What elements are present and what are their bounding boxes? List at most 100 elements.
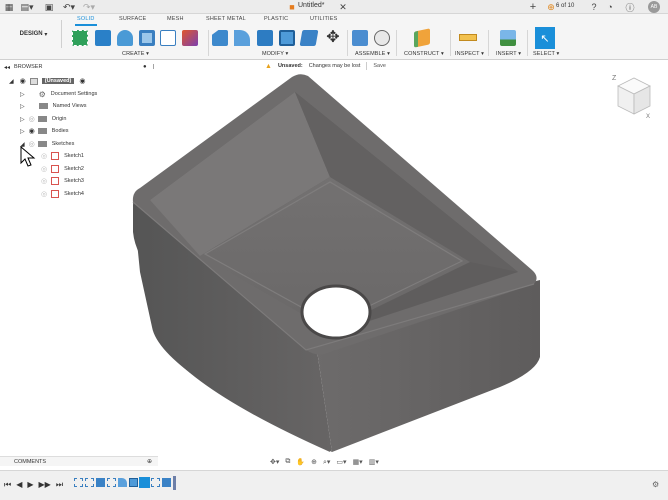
group-select[interactable]: SELECT ▾ — [533, 51, 559, 57]
hidden-eye-icon[interactable]: ◎ — [41, 190, 47, 198]
revolve-icon[interactable] — [117, 30, 133, 46]
tab-sheet-metal[interactable]: SHEET METAL — [206, 16, 246, 22]
group-divider — [396, 30, 397, 56]
hidden-eye-icon[interactable]: ◎ — [29, 115, 35, 123]
fit-icon[interactable]: ⌕▾ — [323, 458, 330, 467]
hidden-eye-icon[interactable]: ◎ — [41, 177, 47, 185]
timeline-shell-icon[interactable] — [129, 478, 138, 487]
timeline-sketch-icon[interactable] — [85, 478, 94, 487]
select-icon[interactable]: ↖ — [535, 27, 555, 49]
expand-arrow-icon[interactable]: ◢ — [9, 78, 14, 85]
app-grid-icon[interactable]: ▦ — [4, 1, 14, 13]
timeline-fillet-icon[interactable] — [118, 478, 127, 487]
expand-arrow-icon[interactable]: ▷ — [20, 116, 25, 123]
orbit-icon[interactable]: ✥▾ — [270, 458, 279, 466]
press-pull-icon[interactable] — [212, 30, 228, 46]
expand-arrow-icon[interactable]: ▷ — [20, 103, 25, 110]
tab-surface[interactable]: SURFACE — [119, 16, 146, 22]
redo-icon[interactable]: ↷▾ — [82, 1, 96, 13]
group-insert[interactable]: INSERT ▾ — [496, 51, 521, 57]
timeline-sketch-icon[interactable] — [107, 478, 116, 487]
group-inspect[interactable]: INSPECT ▾ — [455, 51, 484, 57]
workspace-switcher[interactable]: DESIGN ▾ — [6, 20, 62, 48]
fillet-icon[interactable] — [234, 30, 250, 46]
offset-plane-icon[interactable] — [414, 28, 430, 48]
save-icon[interactable]: ▣ — [44, 1, 54, 13]
new-component-icon[interactable] — [352, 30, 368, 46]
shell-icon[interactable] — [279, 30, 295, 46]
comments-pin-icon[interactable]: ⊕ — [147, 458, 152, 465]
timeline-hole-icon[interactable] — [139, 477, 150, 488]
create-form-icon[interactable] — [182, 30, 198, 46]
pan-icon[interactable]: ✋ — [296, 458, 305, 466]
tree-item-document-settings[interactable]: ▷ ⚙ Document Settings — [0, 88, 160, 101]
active-radio-icon[interactable]: ◉ — [79, 77, 85, 85]
group-construct[interactable]: CONSTRUCT ▾ — [404, 51, 444, 57]
user-avatar[interactable]: AB — [648, 1, 660, 13]
group-create[interactable]: CREATE ▾ — [122, 51, 149, 57]
timeline-settings-icon[interactable]: ⚙ — [652, 480, 659, 489]
tree-root[interactable]: ◢ ◉ (Unsaved) ◉ — [0, 75, 160, 88]
joint-icon[interactable] — [374, 30, 390, 46]
tab-utilities[interactable]: UTILITIES — [310, 16, 337, 22]
expand-arrow-icon[interactable]: ▷ — [20, 91, 25, 98]
timeline-extrude-icon[interactable] — [162, 478, 171, 487]
hole-icon[interactable] — [139, 30, 155, 46]
eye-icon[interactable]: ◉ — [20, 77, 26, 85]
go-to-start-icon[interactable]: ⏮ — [4, 480, 11, 490]
browser-tree: ◢ ◉ (Unsaved) ◉ ▷ ⚙ Document Settings ▷ … — [0, 62, 160, 202]
page-count[interactable]: 6 of 10 — [556, 3, 574, 9]
help-menu-icon[interactable]: ⓘ — [626, 1, 635, 13]
look-at-icon[interactable]: ⧉ — [285, 458, 290, 466]
viewports-icon[interactable]: ▥▾ — [369, 458, 379, 466]
document-title[interactable]: Untitled* — [298, 2, 324, 9]
comments-panel[interactable]: COMMENTS ⊕ — [0, 456, 158, 466]
grid-settings-icon[interactable]: ▦▾ — [353, 458, 363, 466]
timeline-extrude-icon[interactable] — [96, 478, 105, 487]
tree-label: Sketch4 — [64, 191, 84, 198]
chamfer-icon[interactable] — [257, 30, 273, 46]
timeline-marker[interactable] — [173, 476, 176, 490]
display-settings-icon[interactable]: ▭▾ — [336, 458, 346, 466]
expand-arrow-icon[interactable]: ▷ — [20, 128, 25, 135]
file-menu-icon[interactable]: ▤▾ — [20, 1, 34, 13]
group-modify[interactable]: MODIFY ▾ — [262, 51, 288, 57]
tree-item-named-views[interactable]: ▷ Named Views — [0, 100, 160, 113]
step-back-icon[interactable]: ◀ — [16, 480, 22, 490]
move-copy-icon[interactable]: ✥ — [324, 28, 342, 46]
measure-icon[interactable] — [459, 34, 477, 41]
tab-solid[interactable]: SOLID — [77, 16, 95, 22]
tree-item-sketch3[interactable]: ◎ Sketch3 — [0, 175, 160, 188]
tab-plastic[interactable]: PLASTIC — [264, 16, 288, 22]
eye-icon[interactable]: ◉ — [29, 127, 35, 135]
hidden-eye-icon[interactable]: ◎ — [41, 165, 47, 173]
go-to-end-icon[interactable]: ⏭ — [56, 480, 63, 490]
step-forward-icon[interactable]: ▶▶ — [39, 480, 51, 490]
help-icon[interactable]: ? — [590, 1, 598, 13]
play-icon[interactable]: ▶ — [27, 480, 33, 490]
hidden-eye-icon[interactable]: ◎ — [41, 152, 47, 160]
create-sketch-icon[interactable] — [72, 30, 88, 46]
insert-image-icon[interactable] — [500, 30, 516, 46]
zoom-icon[interactable]: ⊕ — [311, 458, 317, 466]
new-tab-icon[interactable]: + — [528, 1, 538, 13]
save-button[interactable]: Save — [366, 62, 392, 70]
extrude-icon[interactable] — [95, 30, 111, 46]
undo-icon[interactable]: ↶▾ — [62, 1, 76, 13]
tree-item-origin[interactable]: ▷ ◎ Origin — [0, 113, 160, 126]
timeline-sketch-icon[interactable] — [151, 478, 160, 487]
timeline: ⏮ ◀ ▶ ▶▶ ⏭ ⚙ — [0, 470, 668, 500]
group-assemble[interactable]: ASSEMBLE ▾ — [355, 51, 390, 57]
job-status-icon[interactable]: ⊕ — [546, 1, 556, 13]
tab-mesh[interactable]: MESH — [167, 16, 184, 22]
tree-item-bodies[interactable]: ▷ ◉ Bodies — [0, 125, 160, 138]
tree-item-sketch4[interactable]: ◎ Sketch4 — [0, 188, 160, 201]
notifications-icon[interactable]: ◔ — [606, 1, 614, 13]
timeline-sketch-icon[interactable] — [74, 478, 83, 487]
viewcube[interactable]: Z X — [610, 72, 656, 120]
combine-icon[interactable] — [299, 30, 319, 46]
pattern-icon[interactable] — [160, 30, 176, 46]
group-divider — [208, 30, 209, 56]
root-name[interactable]: (Unsaved) — [41, 78, 75, 85]
close-tab-icon[interactable]: ✕ — [339, 1, 347, 13]
